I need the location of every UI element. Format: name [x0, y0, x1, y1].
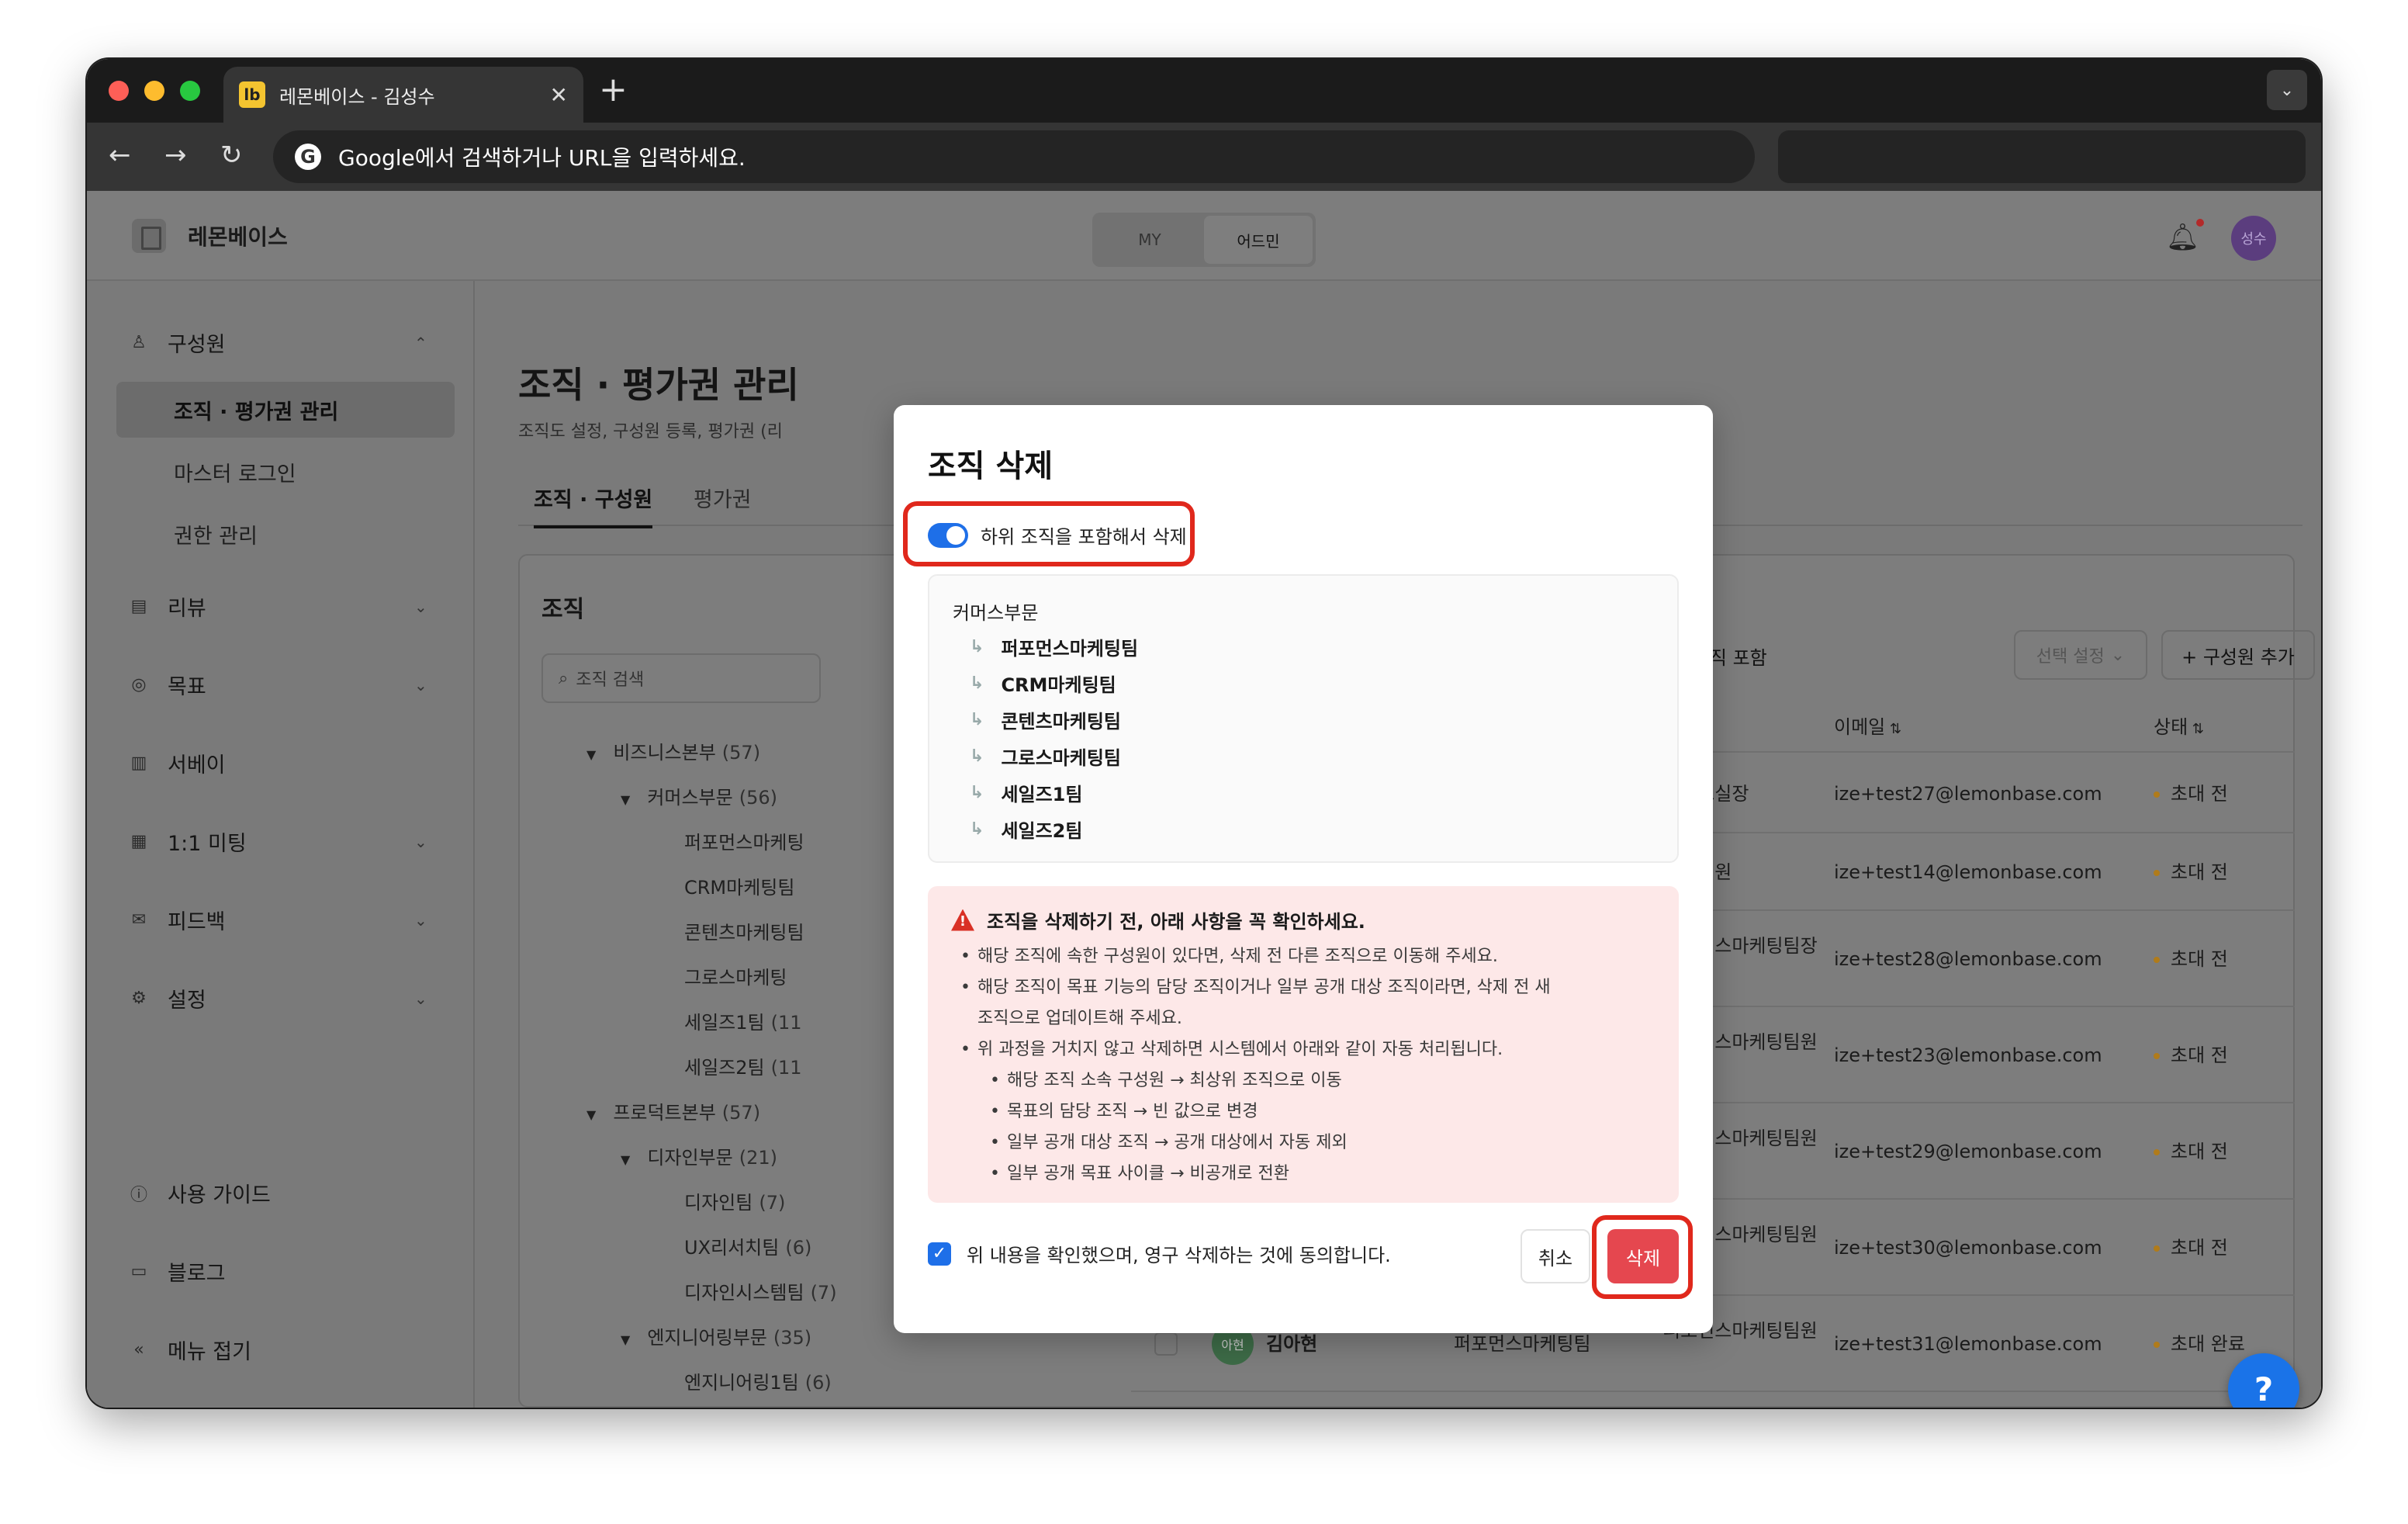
toggle-switch [928, 522, 968, 548]
warning-item: 조직으로 업데이트해 주세요. [977, 1009, 1182, 1028]
toggle-label: 하위 조직을 포함해서 삭제 [981, 526, 1187, 548]
cancel-button[interactable]: 취소 [1521, 1229, 1590, 1283]
warning-icon: ! [951, 909, 974, 931]
child-arrow-icon: ↳ [970, 746, 984, 766]
delete-button[interactable]: 삭제 [1607, 1229, 1679, 1283]
modal-overlay: 조직 삭제 하위 조직을 포함해서 삭제 커머스부문 ↳ 퍼포먼스마케팅팀 ↳ CRM… [87, 59, 2321, 1408]
warning-box: ! 조직을 삭제하기 전, 아래 사항을 꼭 확인하세요. 해당 조직에 속한 구… [928, 886, 1679, 1203]
warning-item: 목표의 담당 조직 → 빈 값으로 변경 [951, 1096, 1656, 1127]
warning-item: 해당 조직이 목표 기능의 담당 조직이거나 일부 공개 대상 조직이라면, 삭… [951, 972, 1656, 1003]
child-org-label: 세일즈1팀 [1001, 784, 1083, 805]
warning-item: 해당 조직에 속한 구성원이 있다면, 삭제 전 다른 조직으로 이동해 주세요… [951, 941, 1656, 972]
child-org-label: 콘텐츠마케팅팀 [1001, 711, 1121, 733]
warning-item: 해당 조직 소속 구성원 → 최상위 조직으로 이동 [951, 1065, 1656, 1096]
child-org-label: 그로스마케팅팀 [1001, 747, 1121, 769]
child-org: ↳ CRM마케팅팀 [970, 670, 1116, 697]
child-org-label: 세일즈2팀 [1001, 820, 1083, 842]
browser-window: lb 레몬베이스 - 김성수 ✕ + ⌄ ← → ↻ G Google에서 검색… [87, 59, 2321, 1408]
checkmark-icon: ✓ [928, 1242, 951, 1266]
child-arrow-icon: ↳ [970, 674, 984, 693]
parent-org: 커머스부문 [953, 602, 1039, 624]
warning-title-text: 조직을 삭제하기 전, 아래 사항을 꼭 확인하세요. [987, 911, 1365, 933]
delete-org-modal: 조직 삭제 하위 조직을 포함해서 삭제 커머스부문 ↳ 퍼포먼스마케팅팀 ↳ CRM… [894, 405, 1713, 1333]
warning-item: 일부 공개 목표 사이클 → 비공개로 전환 [951, 1159, 1656, 1190]
child-org: ↳ 세일즈1팀 [970, 779, 1082, 806]
child-arrow-icon: ↳ [970, 710, 984, 729]
child-org-label: CRM마케팅팀 [1001, 674, 1116, 696]
agree-checkbox[interactable]: ✓ 위 내용을 확인했으며, 영구 삭제하는 것에 동의합니다. [928, 1240, 1391, 1267]
child-org: ↳ 그로스마케팅팀 [970, 743, 1121, 770]
child-arrow-icon: ↳ [970, 819, 984, 839]
modal-title: 조직 삭제 [928, 449, 1054, 484]
warning-item: 위 과정을 거치지 않고 삭제하면 시스템에서 아래와 같이 자동 처리됩니다. [951, 1034, 1656, 1065]
agree-label: 위 내용을 확인했으며, 영구 삭제하는 것에 동의합니다. [967, 1245, 1391, 1266]
child-org: ↳ 퍼포먼스마케팅팀 [970, 633, 1138, 660]
warning-list: 해당 조직에 속한 구성원이 있다면, 삭제 전 다른 조직으로 이동해 주세요… [951, 941, 1656, 1190]
child-org-label: 퍼포먼스마케팅팀 [1001, 638, 1139, 660]
warning-title: ! 조직을 삭제하기 전, 아래 사항을 꼭 확인하세요. [951, 906, 1656, 933]
child-arrow-icon: ↳ [970, 783, 984, 802]
org-list-box: 커머스부문 ↳ 퍼포먼스마케팅팀 ↳ CRM마케팅팀 ↳ 콘텐츠마케팅팀 ↳ 그로스마케팅팀 ↳… [928, 574, 1679, 863]
warning-item: 일부 공개 대상 조직 → 공개 대상에서 자동 제외 [951, 1127, 1656, 1159]
child-org: ↳ 콘텐츠마케팅팀 [970, 706, 1121, 733]
child-arrow-icon: ↳ [970, 637, 984, 656]
child-org: ↳ 세일즈2팀 [970, 816, 1082, 843]
include-children-toggle[interactable]: 하위 조직을 포함해서 삭제 [928, 521, 1187, 549]
